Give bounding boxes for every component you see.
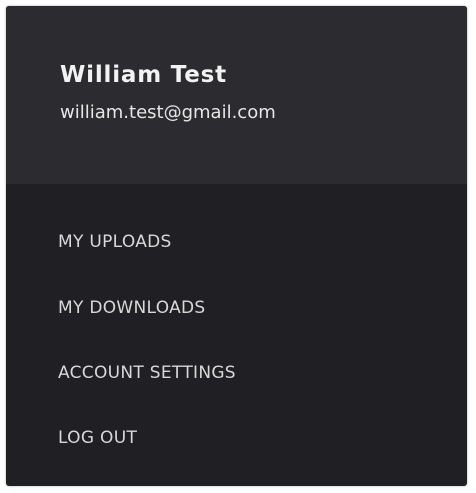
account-menu: William Test william.test@gmail.com MY U…: [6, 6, 467, 486]
account-header: William Test william.test@gmail.com: [6, 6, 467, 184]
menu-item-my-uploads[interactable]: MY UPLOADS: [58, 232, 172, 252]
menu-item-log-out[interactable]: LOG OUT: [58, 428, 137, 448]
user-email: william.test@gmail.com: [60, 102, 276, 123]
user-name: William Test: [60, 62, 227, 88]
menu-item-my-downloads[interactable]: MY DOWNLOADS: [58, 298, 206, 318]
page-background: William Test william.test@gmail.com MY U…: [0, 0, 476, 493]
menu-item-account-settings[interactable]: ACCOUNT SETTINGS: [58, 363, 236, 383]
menu-items: MY UPLOADS MY DOWNLOADS ACCOUNT SETTINGS…: [6, 184, 467, 486]
